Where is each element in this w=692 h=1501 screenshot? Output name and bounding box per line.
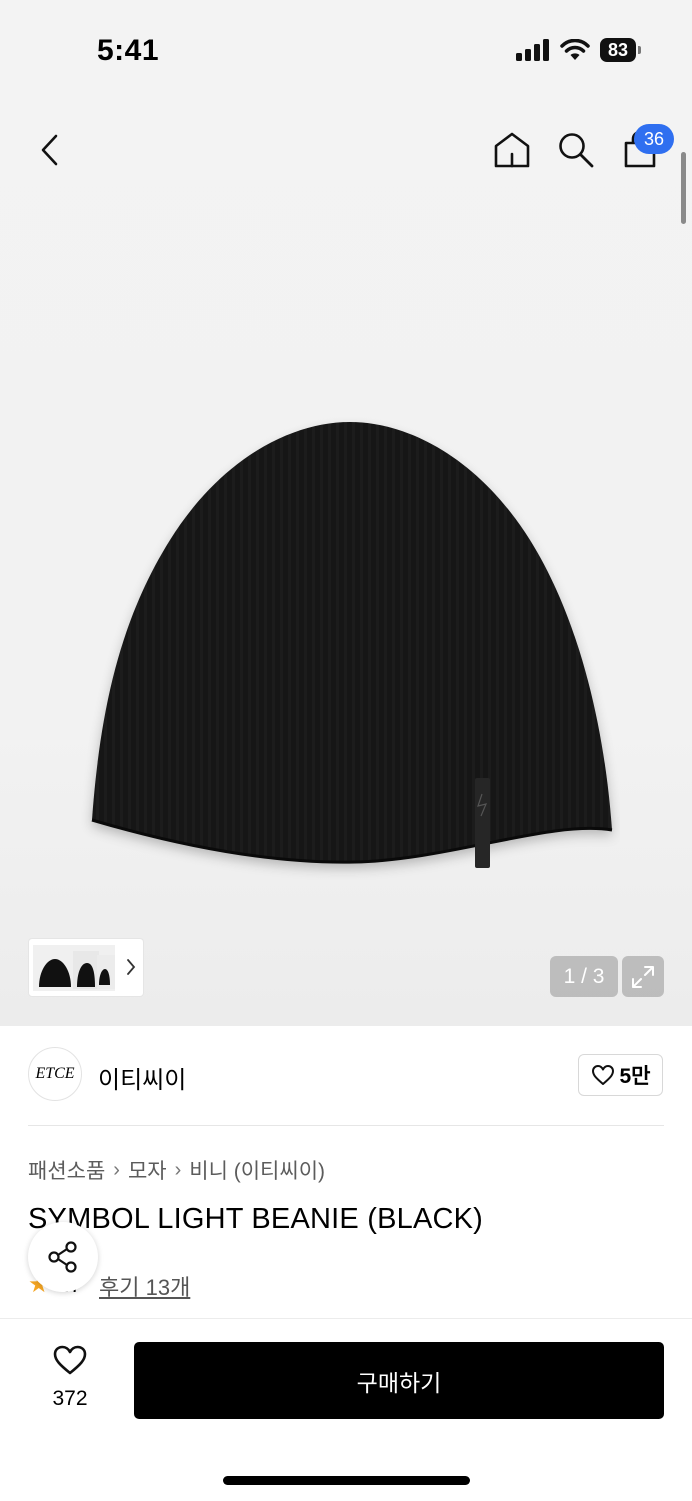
- product-gallery[interactable]: 5:41 83 36 1 / 3: [0, 0, 692, 1026]
- breadcrumb-item[interactable]: 모자: [128, 1155, 167, 1185]
- breadcrumb-chevron-icon: ›: [174, 1158, 182, 1181]
- breadcrumb-item[interactable]: 비니 (이티씨이): [189, 1155, 325, 1185]
- brand-logo[interactable]: ETCE: [28, 1047, 82, 1101]
- home-indicator[interactable]: [223, 1476, 470, 1485]
- thumbnail-strip[interactable]: [28, 938, 144, 997]
- product-title: SYMBOL LIGHT BEANIE (BLACK): [28, 1203, 484, 1235]
- battery-indicator: 83: [600, 38, 641, 62]
- thumbnail-images: [33, 944, 115, 991]
- product-image: [91, 422, 613, 868]
- share-button[interactable]: [28, 1222, 98, 1292]
- wishlist-button[interactable]: 372: [40, 1344, 100, 1411]
- heart-icon: [591, 1065, 614, 1085]
- breadcrumb-chevron-icon: ›: [113, 1158, 120, 1181]
- page-indicator: 1 / 3: [550, 956, 618, 997]
- breadcrumb: 패션소품 › 모자 › 비니 (이티씨이): [28, 1155, 325, 1185]
- scrollbar[interactable]: [681, 152, 686, 224]
- breadcrumb-item[interactable]: 패션소품: [28, 1155, 105, 1185]
- home-button[interactable]: [490, 128, 534, 172]
- status-time: 5:41: [97, 34, 160, 67]
- search-button[interactable]: [554, 128, 598, 172]
- heart-icon: [53, 1345, 87, 1375]
- back-icon: [41, 134, 58, 166]
- buy-button[interactable]: 구매하기: [134, 1342, 664, 1419]
- reviews-link[interactable]: 후기 13개: [99, 1270, 190, 1302]
- signal-icon: [516, 39, 549, 61]
- wishlist-count: 372: [52, 1387, 88, 1410]
- wifi-icon: [560, 39, 590, 60]
- brand-logo-text: ETCE: [35, 1065, 75, 1082]
- back-button[interactable]: [28, 128, 72, 172]
- brand-like-button[interactable]: 5만: [578, 1054, 663, 1096]
- search-icon: [559, 133, 594, 168]
- expand-icon: [632, 965, 654, 988]
- cart-count-badge: 36: [634, 124, 674, 154]
- battery-level: 83: [607, 39, 629, 60]
- status-icons: 83: [516, 38, 641, 62]
- expand-button[interactable]: [622, 956, 664, 997]
- brand-name[interactable]: 이티씨이: [98, 1060, 186, 1095]
- divider: [28, 1125, 664, 1126]
- share-icon: [48, 1241, 77, 1273]
- chevron-right-icon: [127, 959, 136, 975]
- home-icon: [494, 132, 530, 168]
- brand-like-count: 5만: [619, 1065, 651, 1088]
